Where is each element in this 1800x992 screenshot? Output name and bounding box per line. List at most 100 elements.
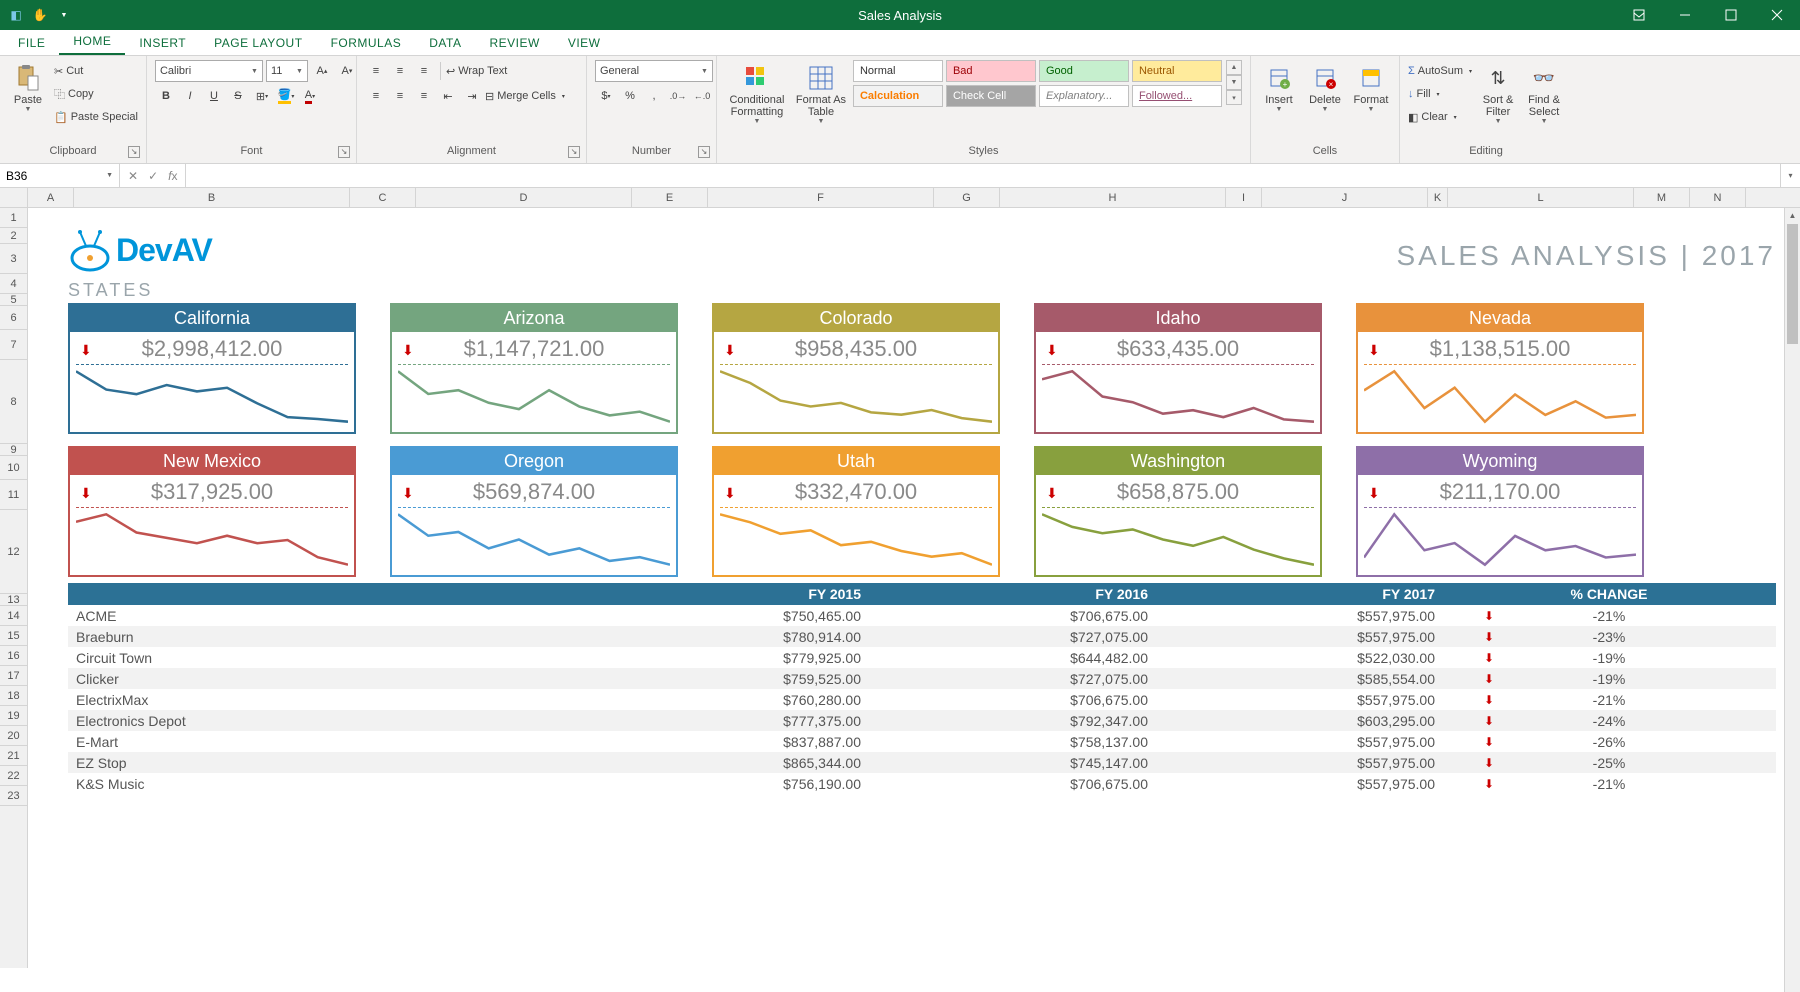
accounting-button[interactable]: $▾ (595, 85, 617, 107)
paste-special-button[interactable]: 📋Paste Special (54, 106, 138, 128)
style-neutral[interactable]: Neutral (1132, 60, 1222, 82)
align-middle-button[interactable]: ≡ (389, 60, 411, 82)
format-button[interactable]: Format▼ (1351, 60, 1391, 132)
sort-filter-button[interactable]: ⇅Sort & Filter▼ (1478, 60, 1518, 132)
merge-cells-button[interactable]: ⊟Merge Cells▾ (485, 85, 565, 107)
align-top-button[interactable]: ≡ (365, 60, 387, 82)
find-select-button[interactable]: 👓Find & Select▼ (1524, 60, 1564, 132)
fill-color-button[interactable]: 🪣▾ (275, 85, 297, 107)
table-row[interactable]: Braeburn$780,914.00$727,075.00$557,975.0… (68, 626, 1776, 647)
italic-button[interactable]: I (179, 85, 201, 107)
state-card[interactable]: Wyoming⬇$211,170.00 (1356, 446, 1644, 577)
tab-review[interactable]: REVIEW (475, 30, 553, 55)
grid-content[interactable]: DevAV SALES ANALYSIS | 2017 STATES Calif… (28, 208, 1800, 968)
style-calculation[interactable]: Calculation (853, 85, 943, 107)
table-row[interactable]: ACME$750,465.00$706,675.00$557,975.00⬇-2… (68, 605, 1776, 626)
percent-button[interactable]: % (619, 85, 641, 107)
increase-decimal-button[interactable]: .0→ (667, 85, 689, 107)
cut-button[interactable]: ✂Cut (54, 60, 138, 82)
minimize-button[interactable] (1662, 0, 1708, 30)
state-card[interactable]: Oregon⬇$569,874.00 (390, 446, 678, 577)
table-row[interactable]: E-Mart$837,887.00$758,137.00$557,975.00⬇… (68, 731, 1776, 752)
style-checkcell[interactable]: Check Cell (946, 85, 1036, 107)
gallery-up[interactable]: ▲ (1226, 60, 1242, 75)
font-name-combo[interactable]: Calibri▼ (155, 60, 263, 82)
table-row[interactable]: Clicker$759,525.00$727,075.00$585,554.00… (68, 668, 1776, 689)
state-card[interactable]: Colorado⬇$958,435.00 (712, 303, 1000, 434)
row-headers[interactable]: 1234 5678 9101112 1314151617181920212223 (0, 208, 28, 968)
ribbon-display-icon[interactable] (1616, 0, 1662, 30)
style-followed[interactable]: Followed... (1132, 85, 1222, 107)
decrease-font-button[interactable]: A▾ (336, 60, 358, 82)
maximize-button[interactable] (1708, 0, 1754, 30)
state-card[interactable]: Washington⬇$658,875.00 (1034, 446, 1322, 577)
gallery-down[interactable]: ▼ (1226, 75, 1242, 90)
table-row[interactable]: Circuit Town$779,925.00$644,482.00$522,0… (68, 647, 1776, 668)
state-card[interactable]: Nevada⬇$1,138,515.00 (1356, 303, 1644, 434)
number-format-combo[interactable]: General▼ (595, 60, 713, 82)
cancel-formula-icon[interactable]: ✕ (128, 169, 138, 183)
decrease-decimal-button[interactable]: ←.0 (691, 85, 713, 107)
qat-save-icon[interactable]: ✋ (32, 7, 48, 23)
state-card[interactable]: Idaho⬇$633,435.00 (1034, 303, 1322, 434)
table-row[interactable]: K&S Music$756,190.00$706,675.00$557,975.… (68, 773, 1776, 794)
style-bad[interactable]: Bad (946, 60, 1036, 82)
style-normal[interactable]: Normal (853, 60, 943, 82)
strikethrough-button[interactable]: S (227, 85, 249, 107)
font-launcher[interactable]: ↘ (338, 146, 350, 158)
close-button[interactable] (1754, 0, 1800, 30)
align-left-button[interactable]: ≡ (365, 85, 387, 107)
select-all-corner[interactable] (0, 188, 28, 207)
fx-icon[interactable]: fx (168, 169, 177, 183)
increase-font-button[interactable]: A▴ (311, 60, 333, 82)
delete-button[interactable]: ×Delete▼ (1305, 60, 1345, 132)
gallery-more[interactable]: ▾ (1226, 90, 1242, 105)
insert-button[interactable]: +Insert▼ (1259, 60, 1299, 132)
decrease-indent-button[interactable]: ⇤ (437, 85, 459, 107)
state-card[interactable]: California⬇$2,998,412.00 (68, 303, 356, 434)
state-card[interactable]: New Mexico⬇$317,925.00 (68, 446, 356, 577)
align-center-button[interactable]: ≡ (389, 85, 411, 107)
font-color-button[interactable]: A▾ (299, 85, 321, 107)
tab-home[interactable]: HOME (59, 28, 125, 55)
table-row[interactable]: ElectrixMax$760,280.00$706,675.00$557,97… (68, 689, 1776, 710)
tab-view[interactable]: VIEW (554, 30, 615, 55)
state-card[interactable]: Arizona⬇$1,147,721.00 (390, 303, 678, 434)
table-row[interactable]: EZ Stop$865,344.00$745,147.00$557,975.00… (68, 752, 1776, 773)
formula-input[interactable] (186, 164, 1780, 187)
enter-formula-icon[interactable]: ✓ (148, 169, 158, 183)
scroll-thumb[interactable] (1787, 224, 1798, 344)
clipboard-launcher[interactable]: ↘ (128, 146, 140, 158)
paste-button[interactable]: Paste ▼ (8, 60, 48, 132)
tab-file[interactable]: FILE (4, 30, 59, 55)
formula-expand-icon[interactable]: ▾ (1780, 164, 1800, 187)
bold-button[interactable]: B (155, 85, 177, 107)
tab-page-layout[interactable]: PAGE LAYOUT (200, 30, 316, 55)
underline-button[interactable]: U (203, 85, 225, 107)
align-bottom-button[interactable]: ≡ (413, 60, 435, 82)
conditional-formatting-button[interactable]: Conditional Formatting▼ (725, 60, 789, 132)
comma-button[interactable]: , (643, 85, 665, 107)
state-card[interactable]: Utah⬇$332,470.00 (712, 446, 1000, 577)
copy-button[interactable]: ⿻Copy (54, 83, 138, 105)
borders-button[interactable]: ⊞▾ (251, 85, 273, 107)
clear-button[interactable]: ◧Clear▾ (1408, 106, 1472, 128)
fill-button[interactable]: ↓Fill▾ (1408, 83, 1472, 105)
autosum-button[interactable]: ΣAutoSum▾ (1408, 60, 1472, 82)
vertical-scrollbar[interactable]: ▲ ▼ (1784, 208, 1800, 992)
alignment-launcher[interactable]: ↘ (568, 146, 580, 158)
qat-dropdown-icon[interactable]: ▼ (56, 7, 72, 23)
wrap-text-button[interactable]: ↩Wrap Text (446, 60, 507, 82)
tab-insert[interactable]: INSERT (125, 30, 200, 55)
scroll-up-icon[interactable]: ▲ (1785, 208, 1800, 224)
font-size-combo[interactable]: 11▼ (266, 60, 308, 82)
cell-styles-gallery[interactable]: Normal Bad Good Neutral Calculation Chec… (853, 60, 1242, 107)
table-row[interactable]: Electronics Depot$777,375.00$792,347.00$… (68, 710, 1776, 731)
tab-formulas[interactable]: FORMULAS (317, 30, 416, 55)
tab-data[interactable]: DATA (415, 30, 475, 55)
name-box[interactable]: B36▼ (0, 164, 120, 187)
style-explanatory[interactable]: Explanatory... (1039, 85, 1129, 107)
increase-indent-button[interactable]: ⇥ (461, 85, 483, 107)
format-as-table-button[interactable]: Format As Table▼ (795, 60, 847, 132)
number-launcher[interactable]: ↘ (698, 146, 710, 158)
